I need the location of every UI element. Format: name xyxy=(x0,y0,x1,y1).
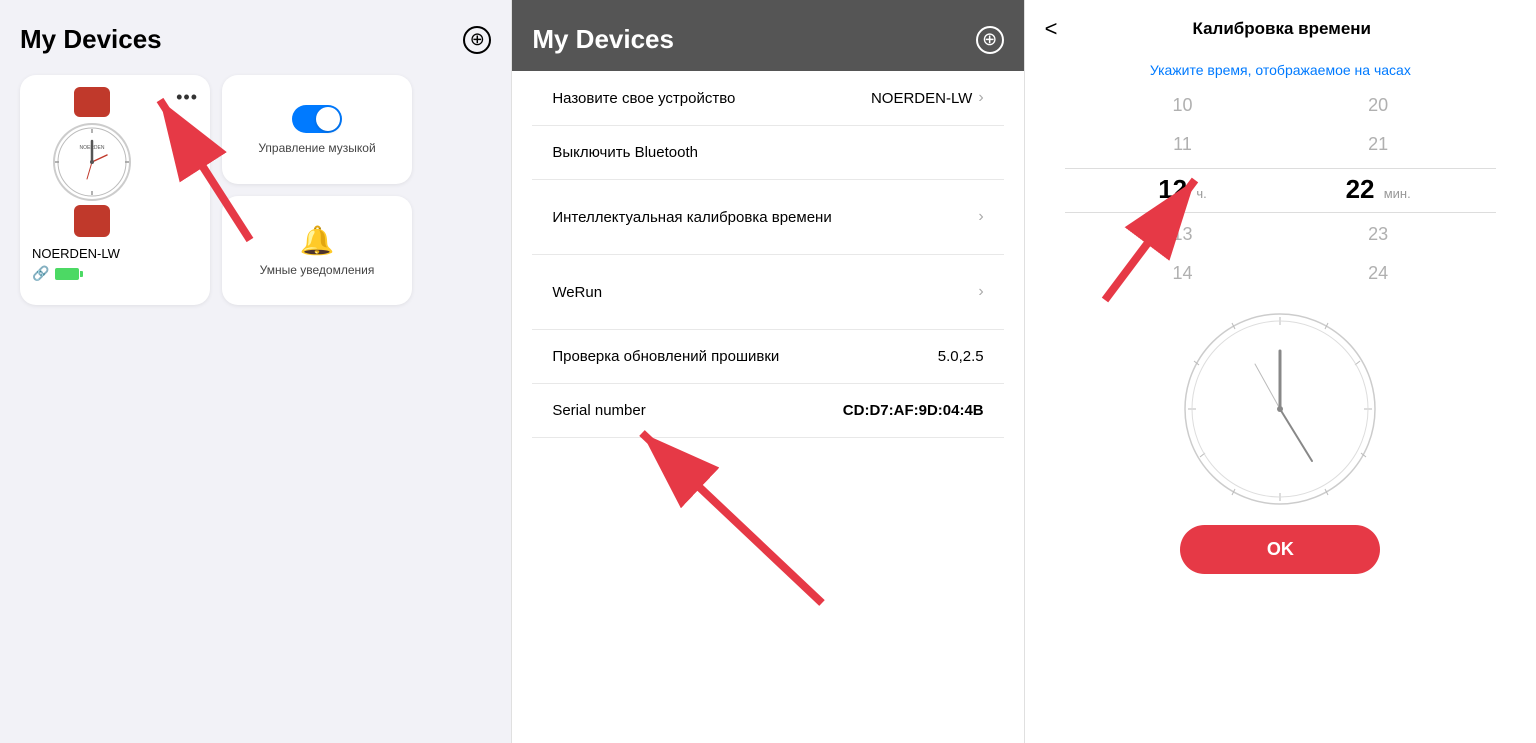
panel-2: My Devices ⊕ Назовите свое устройство NO… xyxy=(511,0,1023,743)
device-card-main[interactable]: ••• NOERDEN xyxy=(20,75,210,305)
music-card-label: Управление музыкой xyxy=(258,141,375,155)
time-picker: 10 11 12 ч. 13 14 20 21 22 мин. 23 24 xyxy=(1085,86,1476,293)
menu-item-label-5: Serial number xyxy=(552,402,645,419)
hour-item-1[interactable]: 11 xyxy=(1085,125,1281,164)
menu-item-chevron-3: › xyxy=(978,283,983,301)
device-status-icons: 🔗 xyxy=(32,265,198,282)
menu-list: Назовите свое устройство NOERDEN-LW › Вы… xyxy=(532,71,1003,438)
panel-3: < Калибровка времени Укажите время, отоб… xyxy=(1024,0,1536,743)
menu-item-value-4: 5.0,2.5 xyxy=(938,348,984,365)
time-picker-wrapper: 10 11 12 ч. 13 14 20 21 22 мин. 23 24 xyxy=(1065,86,1496,293)
menu-item-chevron-2: › xyxy=(978,208,983,226)
min-item-2-selected[interactable]: 22 мин. xyxy=(1280,165,1476,215)
min-item-1[interactable]: 21 xyxy=(1280,125,1476,164)
back-button[interactable]: < xyxy=(1045,16,1058,42)
clock-svg xyxy=(1180,309,1380,509)
min-unit: мин. xyxy=(1384,186,1411,201)
bell-icon: 🔔 xyxy=(300,224,335,257)
notifications-card-label: Умные уведомления xyxy=(260,263,375,277)
menu-item-label-1: Выключить Bluetooth xyxy=(552,144,698,161)
menu-item-label-3: WeRun xyxy=(552,284,602,301)
notifications-card[interactable]: 🔔 Умные уведомления xyxy=(222,196,412,305)
hour-unit: ч. xyxy=(1196,186,1206,201)
panel2-header: My Devices ⊕ xyxy=(512,0,1023,71)
menu-item-1[interactable]: Выключить Bluetooth xyxy=(532,126,1003,180)
panel-1: My Devices ⊕ ••• NOERDEN xyxy=(0,0,511,743)
watch-image: NOERDEN xyxy=(32,87,152,237)
panel1-header: My Devices ⊕ xyxy=(20,24,491,55)
hour-item-0[interactable]: 10 xyxy=(1085,86,1281,125)
device-name: NOERDEN-LW xyxy=(32,246,198,261)
minutes-column[interactable]: 20 21 22 мин. 23 24 xyxy=(1280,86,1476,293)
panel3-title: Калибровка времени xyxy=(1070,19,1494,39)
menu-item-label-0: Назовите свое устройство xyxy=(552,90,735,107)
hour-item-4[interactable]: 14 xyxy=(1085,254,1281,293)
menu-item-2[interactable]: Интеллектуальная калибровка времени › xyxy=(532,180,1003,255)
devices-grid: ••• NOERDEN xyxy=(20,75,491,305)
three-dots-icon[interactable]: ••• xyxy=(176,87,198,108)
min-item-4[interactable]: 24 xyxy=(1280,254,1476,293)
music-toggle[interactable] xyxy=(292,105,342,133)
hour-item-2-selected[interactable]: 12 ч. xyxy=(1085,165,1281,215)
panel1-add-button[interactable]: ⊕ xyxy=(463,26,491,54)
menu-item-value-0: NOERDEN-LW xyxy=(871,90,972,107)
ok-button[interactable]: OK xyxy=(1180,525,1380,574)
device-cards-right: Управление музыкой 🔔 Умные уведомления xyxy=(222,75,412,305)
panel1-title: My Devices xyxy=(20,24,162,55)
menu-item-label-2: Интеллектуальная калибровка времени xyxy=(552,209,831,226)
menu-item-3[interactable]: WeRun › xyxy=(532,255,1003,330)
menu-item-chevron-0: › xyxy=(978,89,983,107)
menu-item-value-row-0: NOERDEN-LW › xyxy=(871,89,984,107)
min-item-3[interactable]: 23 xyxy=(1280,215,1476,254)
panel3-header: < Калибровка времени xyxy=(1025,0,1536,50)
battery-icon xyxy=(55,268,79,280)
analog-clock xyxy=(1180,309,1380,509)
menu-item-4[interactable]: Проверка обновлений прошивки 5.0,2.5 xyxy=(532,330,1003,384)
music-toggle-container xyxy=(292,105,342,133)
panel3-subtitle: Укажите время, отображаемое на часах xyxy=(1065,62,1496,78)
panel2-add-button[interactable]: ⊕ xyxy=(976,26,1004,54)
min-item-0[interactable]: 20 xyxy=(1280,86,1476,125)
menu-item-0[interactable]: Назовите свое устройство NOERDEN-LW › xyxy=(532,71,1003,126)
menu-item-label-4: Проверка обновлений прошивки xyxy=(552,348,779,365)
panel2-title: My Devices xyxy=(532,24,674,55)
hours-column[interactable]: 10 11 12 ч. 13 14 xyxy=(1085,86,1281,293)
menu-item-value-5: CD:D7:AF:9D:04:4B xyxy=(843,402,984,419)
hour-item-3[interactable]: 13 xyxy=(1085,215,1281,254)
music-control-card[interactable]: Управление музыкой xyxy=(222,75,412,184)
link-icon: 🔗 xyxy=(32,265,49,282)
menu-item-5[interactable]: Serial number CD:D7:AF:9D:04:4B xyxy=(532,384,1003,438)
